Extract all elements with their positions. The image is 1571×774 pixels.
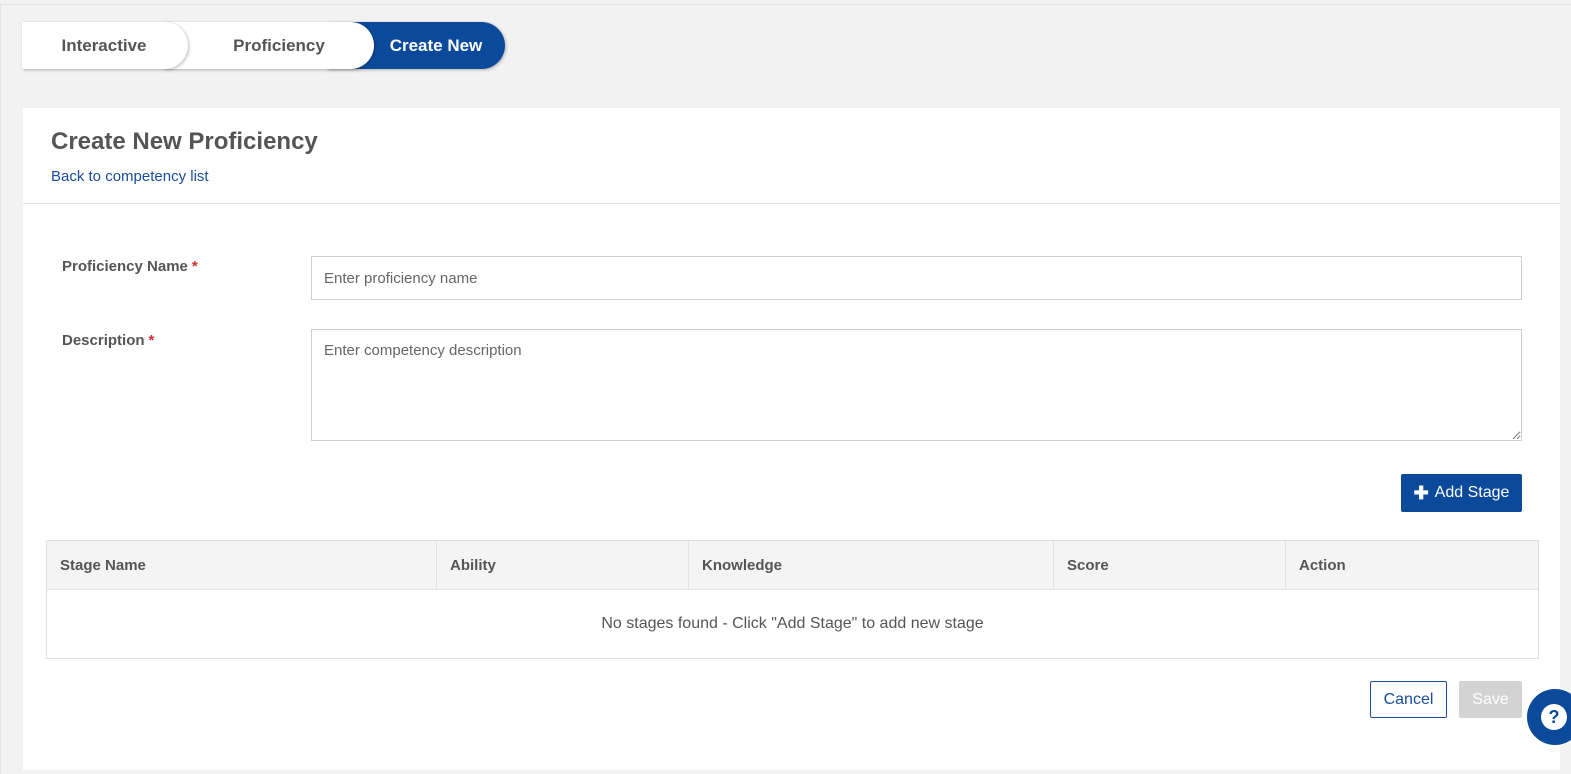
stages-table: Stage Name Ability Knowledge Score Actio… xyxy=(46,540,1539,659)
proficiency-name-label: Proficiency Name * xyxy=(62,258,198,275)
tab-bar: Interactive Proficiency Create New xyxy=(22,22,506,69)
tab-proficiency[interactable]: Proficiency xyxy=(164,22,374,69)
column-header-stage-name: Stage Name xyxy=(47,541,437,589)
add-stage-button[interactable]: ✚ Add Stage xyxy=(1401,474,1522,512)
column-header-score: Score xyxy=(1054,541,1286,589)
page-title: Create New Proficiency xyxy=(51,128,318,155)
empty-state-message: No stages found - Click "Add Stage" to a… xyxy=(601,615,984,632)
proficiency-name-label-text: Proficiency Name xyxy=(62,258,188,275)
table-header: Stage Name Ability Knowledge Score Actio… xyxy=(47,541,1538,590)
required-marker: * xyxy=(191,258,198,275)
left-border xyxy=(0,4,1,774)
description-label: Description * xyxy=(62,332,154,349)
proficiency-name-input[interactable] xyxy=(311,256,1522,300)
column-header-knowledge: Knowledge xyxy=(689,541,1054,589)
add-stage-label: Add Stage xyxy=(1434,484,1510,501)
description-textarea[interactable] xyxy=(311,329,1522,441)
save-button[interactable]: Save xyxy=(1459,681,1522,718)
description-label-text: Description xyxy=(62,332,145,349)
tab-interactive[interactable]: Interactive xyxy=(22,22,188,69)
required-marker: * xyxy=(148,332,155,349)
cancel-button[interactable]: Cancel xyxy=(1370,681,1447,718)
column-header-ability: Ability xyxy=(437,541,689,589)
question-icon: ? xyxy=(1541,704,1567,730)
back-to-competency-list-link[interactable]: Back to competency list xyxy=(51,168,209,185)
create-proficiency-card: Create New Proficiency Back to competenc… xyxy=(23,108,1560,770)
top-border xyxy=(0,4,1571,5)
plus-icon: ✚ xyxy=(1413,483,1429,503)
card-header: Create New Proficiency Back to competenc… xyxy=(23,108,1560,204)
column-header-action: Action xyxy=(1299,556,1346,574)
